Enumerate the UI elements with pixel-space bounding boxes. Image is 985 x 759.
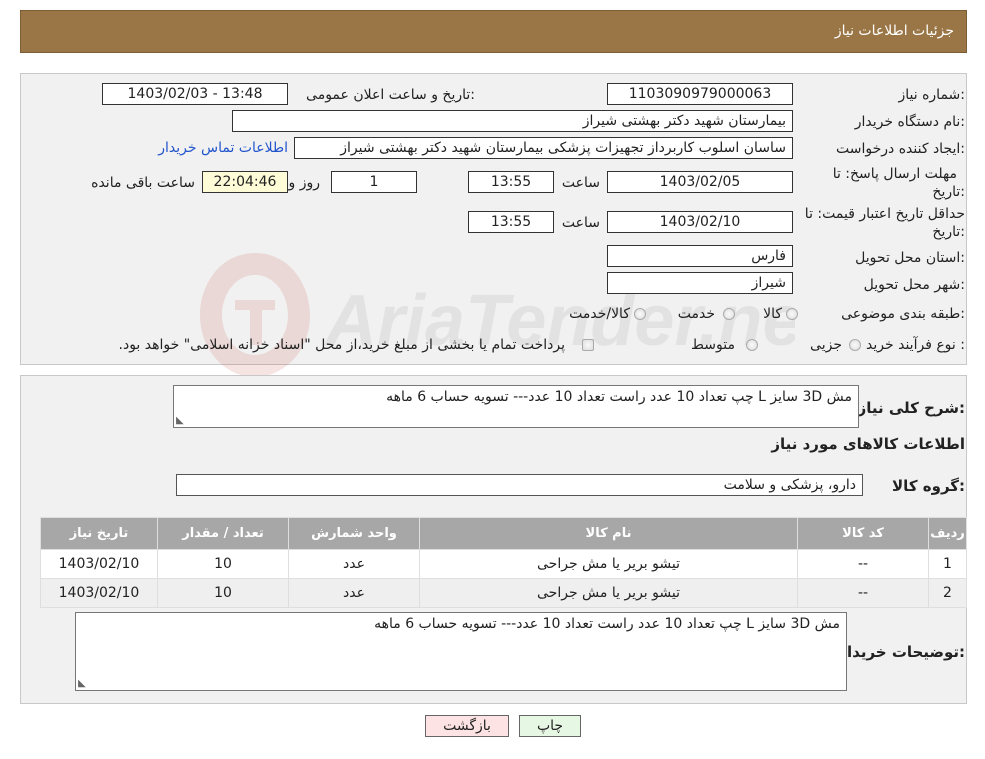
need-number-field: 1103090979000063: [607, 83, 793, 105]
category-option-service: خدمت: [677, 306, 715, 322]
goods-table: ردیف کد کالا نام کالا واحد شمارش تعداد /…: [40, 517, 967, 608]
category-label: طبقه بندی موضوعی:: [841, 306, 965, 322]
goods-info-title: اطلاعات کالاهای مورد نیاز: [771, 435, 965, 453]
back-button[interactable]: بازگشت: [425, 715, 509, 737]
payment-note: پرداخت تمام یا بخشی از مبلغ خرید،از محل …: [118, 337, 565, 353]
buyer-notes-label: توضیحات خریدار:: [838, 643, 965, 661]
goods-group-field: دارو، پزشکی و سلامت: [176, 474, 863, 496]
province-label: استان محل تحویل:: [855, 250, 965, 266]
cell-index: 1: [928, 549, 967, 579]
days-label: روز و: [288, 175, 321, 191]
buyer-org-field: بیمارستان شهید دکتر بهشتی شیراز: [232, 110, 793, 132]
description-textarea[interactable]: مش 3D سایز L چپ تعداد 10 عدد راست تعداد …: [173, 385, 859, 428]
remaining-time-field: 22:04:46: [202, 171, 288, 193]
table-row: 2 -- تیشو بریر یا مش جراحی عدد 10 1403/0…: [40, 578, 967, 608]
process-option-medium: متوسط: [691, 337, 735, 353]
page-header: جزئیات اطلاعات نیاز: [20, 10, 967, 53]
need-number-label: شماره نیاز:: [898, 87, 965, 103]
process-radio-medium[interactable]: [746, 339, 758, 351]
table-header-row: ردیف کد کالا نام کالا واحد شمارش تعداد /…: [40, 517, 967, 550]
contact-info-link[interactable]: اطلاعات تماس خریدار: [158, 140, 288, 156]
validity-label: حداقل تاریخ اعتبار قیمت: تا: [804, 206, 965, 222]
days-field: 1: [331, 171, 417, 193]
cell-unit: عدد: [288, 549, 420, 579]
process-label: نوع فرآیند خرید :: [866, 337, 965, 353]
deadline-hour-label: ساعت: [561, 175, 600, 191]
treasury-checkbox[interactable]: [582, 339, 594, 351]
description-label: شرح کلی نیاز:: [857, 399, 965, 417]
announce-field: 1403/02/03 - 13:48: [102, 83, 288, 105]
deadline-time-field: 13:55: [468, 171, 554, 193]
category-radio-goods-service[interactable]: [634, 308, 646, 320]
creator-field: ساسان اسلوب کاربرداز تجهیزات پزشکی بیمار…: [294, 137, 793, 159]
table-row: 1 -- تیشو بریر یا مش جراحی عدد 10 1403/0…: [40, 549, 967, 579]
creator-label: ایجاد کننده درخواست:: [836, 141, 965, 157]
category-radio-goods[interactable]: [786, 308, 798, 320]
col-header-qty: تعداد / مقدار: [157, 517, 289, 550]
announce-label: تاریخ و ساعت اعلان عمومی:: [306, 87, 475, 103]
page-title: جزئیات اطلاعات نیاز: [834, 23, 954, 39]
buyer-notes-text: مش 3D سایز L چپ تعداد 10 عدد راست تعداد …: [374, 616, 840, 632]
col-header-code: کد کالا: [797, 517, 929, 550]
cell-name: تیشو بریر یا مش جراحی: [419, 578, 798, 608]
cell-code: --: [797, 578, 929, 608]
deadline-label: مهلت ارسال پاسخ: تا: [832, 166, 957, 182]
city-field: شیراز: [607, 272, 793, 294]
print-button[interactable]: چاپ: [519, 715, 581, 737]
validity-label-2: تاریخ:: [932, 224, 965, 240]
cell-date: 1403/02/10: [40, 578, 158, 608]
col-header-index: ردیف: [928, 517, 967, 550]
cell-index: 2: [928, 578, 967, 608]
buyer-notes-textarea[interactable]: مش 3D سایز L چپ تعداد 10 عدد راست تعداد …: [75, 612, 847, 691]
remaining-label: ساعت باقی مانده: [91, 175, 195, 191]
city-label: شهر محل تحویل:: [863, 277, 965, 293]
cell-qty: 10: [157, 549, 289, 579]
buyer-org-label: نام دستگاه خریدار:: [854, 114, 965, 130]
description-text: مش 3D سایز L چپ تعداد 10 عدد راست تعداد …: [386, 389, 852, 405]
validity-time-field: 13:55: [468, 211, 554, 233]
province-field: فارس: [607, 245, 793, 267]
goods-group-label: گروه کالا:: [892, 477, 965, 495]
cell-code: --: [797, 549, 929, 579]
validity-date-field: 1403/02/10: [607, 211, 793, 233]
category-option-goods-service: کالا/خدمت: [569, 306, 630, 322]
cell-name: تیشو بریر یا مش جراحی: [419, 549, 798, 579]
deadline-label-2: تاریخ:: [932, 184, 965, 200]
validity-hour-label: ساعت: [561, 215, 600, 231]
process-radio-minor[interactable]: [849, 339, 861, 351]
col-header-unit: واحد شمارش: [288, 517, 420, 550]
col-header-name: نام کالا: [419, 517, 798, 550]
resize-grip-icon[interactable]: ◢: [78, 678, 86, 689]
cell-qty: 10: [157, 578, 289, 608]
process-option-minor: جزیی: [810, 337, 842, 353]
cell-date: 1403/02/10: [40, 549, 158, 579]
category-radio-service[interactable]: [723, 308, 735, 320]
deadline-date-field: 1403/02/05: [607, 171, 793, 193]
col-header-date: تاریخ نیاز: [40, 517, 158, 550]
category-option-goods: کالا: [763, 306, 782, 322]
resize-grip-icon[interactable]: ◢: [176, 415, 184, 426]
cell-unit: عدد: [288, 578, 420, 608]
